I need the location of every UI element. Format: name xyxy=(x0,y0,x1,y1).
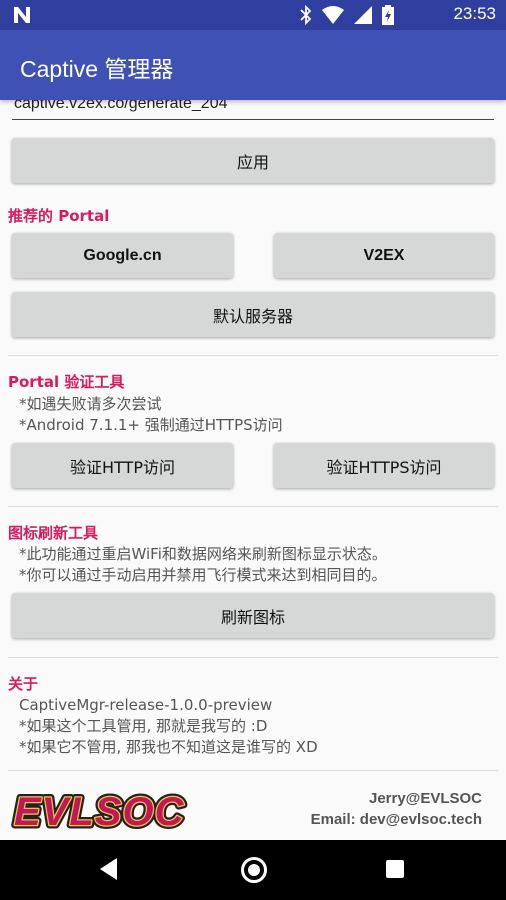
apply-button[interactable]: 应用 xyxy=(12,138,494,183)
v2ex-button[interactable]: V2EX xyxy=(274,233,494,278)
divider xyxy=(8,657,498,658)
recent-apps-icon[interactable] xyxy=(386,860,404,878)
svg-text:EVLSOC: EVLSOC xyxy=(14,790,185,834)
home-icon[interactable] xyxy=(241,857,267,883)
verify-note: *Android 7.1.1+ 强制通过HTTPS访问 xyxy=(19,416,283,434)
clock: 23:53 xyxy=(453,4,496,23)
cell-signal-icon xyxy=(354,6,372,24)
portal-url-input[interactable]: captive.v2ex.co/generate_204 xyxy=(12,100,494,120)
divider xyxy=(8,506,498,507)
footer: EVLSOC EVLSOC Jerry@EVLSOC Email: dev@ev… xyxy=(0,780,506,840)
icon-refresh-title: 图标刷新工具 xyxy=(8,524,99,542)
back-icon[interactable] xyxy=(100,858,117,880)
contact-info: Jerry@EVLSOC Email: dev@evlsoc.tech xyxy=(311,788,482,830)
refresh-note: *你可以通过手动启用并禁用飞行模式来达到相同目的。 xyxy=(19,566,387,584)
battery-icon xyxy=(382,5,394,25)
main-content[interactable]: captive.v2ex.co/generate_204 应用 推荐的 Port… xyxy=(0,100,506,840)
refresh-icon-button[interactable]: 刷新图标 xyxy=(12,593,494,638)
recommended-portal-title: 推荐的 Portal xyxy=(8,207,110,225)
bluetooth-icon xyxy=(300,5,312,25)
verify-http-button[interactable]: 验证HTTP访问 xyxy=(12,443,233,488)
refresh-note: *此功能通过重启WiFi和数据网络来刷新图标显示状态。 xyxy=(19,545,387,563)
notification-n-icon xyxy=(14,7,30,23)
navigation-bar xyxy=(0,840,506,900)
portal-verify-title: Portal 验证工具 xyxy=(8,373,125,391)
about-title: 关于 xyxy=(8,675,39,693)
verify-https-button[interactable]: 验证HTTPS访问 xyxy=(274,443,494,488)
about-note: *如果这个工具管用, 那就是我写的 :D xyxy=(19,717,268,735)
divider xyxy=(8,770,498,771)
evlsoc-logo: EVLSOC EVLSOC xyxy=(11,788,188,834)
about-note: *如果它不管用, 那我也不知道这是谁写的 XD xyxy=(19,738,318,756)
version-text: CaptiveMgr-release-1.0.0-preview xyxy=(19,696,273,714)
wifi-icon xyxy=(322,6,344,24)
app-bar: Captive 管理器 xyxy=(0,30,506,100)
app-title: Captive 管理器 xyxy=(20,56,174,82)
contact-email[interactable]: Email: dev@evlsoc.tech xyxy=(311,809,482,830)
contact-name: Jerry@EVLSOC xyxy=(368,790,482,807)
status-bar: 23:53 xyxy=(0,0,506,30)
google-cn-button[interactable]: Google.cn xyxy=(12,233,233,278)
default-server-button[interactable]: 默认服务器 xyxy=(12,292,494,337)
verify-note: *如遇失败请多次尝试 xyxy=(19,395,162,413)
divider xyxy=(8,355,498,356)
